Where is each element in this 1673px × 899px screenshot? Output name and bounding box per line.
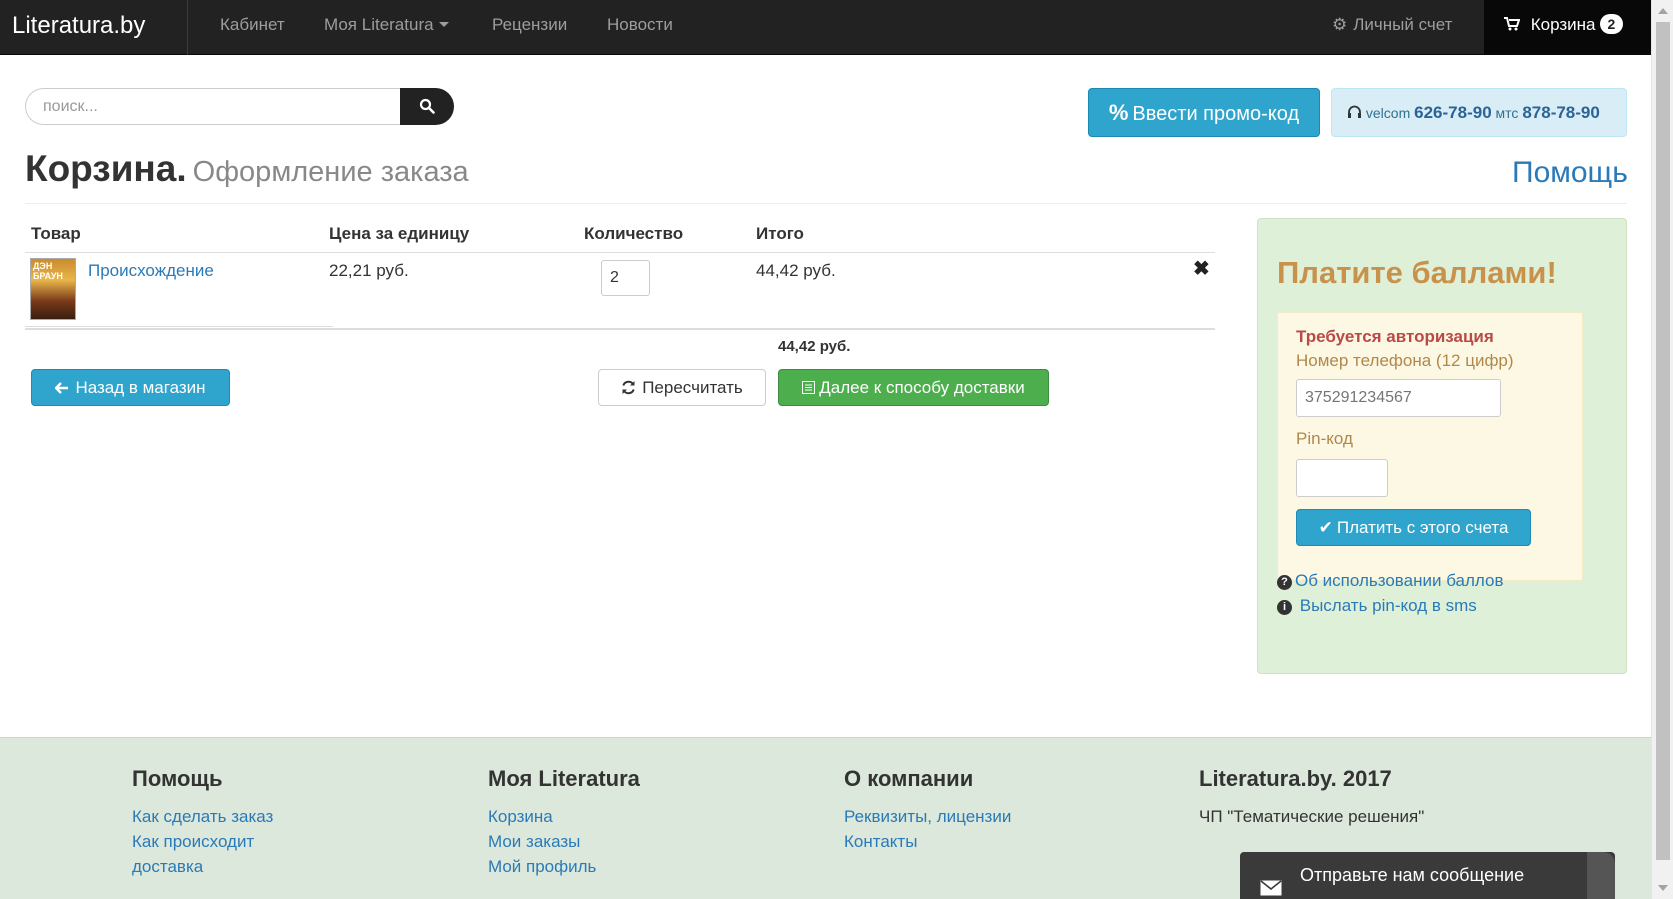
sun-icon: ⚙ xyxy=(1332,15,1348,34)
footer-link-delivery-2[interactable]: доставка xyxy=(132,854,273,879)
nav-item-cabinet[interactable]: Кабинет xyxy=(220,0,285,55)
nav-item-my-literatura-label: Моя Literatura xyxy=(324,15,434,34)
pay-from-account-label: Платить с этого счета xyxy=(1336,518,1509,537)
column-header-total: Итого xyxy=(756,224,804,243)
footer-copyright-title: Literatura.by. 2017 xyxy=(1199,766,1392,791)
title-divider xyxy=(25,203,1627,204)
promo-code-label: Ввести промо-код xyxy=(1132,103,1300,125)
product-total: 44,42 руб. xyxy=(756,261,836,280)
top-navbar: Literatura.by Кабинет Моя Literatura Рец… xyxy=(0,0,1651,55)
footer-link-cart[interactable]: Корзина xyxy=(488,804,640,829)
percent-icon: % xyxy=(1108,100,1129,125)
footer-company-name: ЧП "Тематические решения" xyxy=(1199,807,1425,826)
promo-code-button[interactable]: % Ввести промо-код xyxy=(1088,88,1320,137)
search-icon xyxy=(419,98,435,114)
list-icon xyxy=(802,370,816,405)
row-divider xyxy=(25,326,333,327)
nav-item-account[interactable]: ⚙ Личный счет xyxy=(1332,0,1452,55)
search-input[interactable] xyxy=(25,88,401,125)
refresh-icon xyxy=(621,370,636,405)
scroll-up-arrow-icon[interactable] xyxy=(1658,8,1668,14)
nav-item-reviews[interactable]: Рецензии xyxy=(492,0,567,55)
next-delivery-label: Далее к способу доставки xyxy=(819,378,1025,397)
phone-input[interactable] xyxy=(1296,379,1501,417)
recalculate-label: Пересчитать xyxy=(642,378,743,397)
caret-down-icon xyxy=(438,22,449,28)
scroll-down-arrow-icon[interactable] xyxy=(1658,885,1668,891)
nav-cart-label: Корзина xyxy=(1530,15,1596,34)
recalculate-button[interactable]: Пересчитать xyxy=(598,369,766,406)
question-icon: ? xyxy=(1277,575,1292,590)
pin-label: Pin-код xyxy=(1296,429,1353,448)
grand-total: 44,42 руб. xyxy=(778,338,851,355)
headphones-icon xyxy=(1347,105,1366,121)
product-unit-price: 22,21 руб. xyxy=(329,261,409,280)
back-to-shop-button[interactable]: Назад в магазин xyxy=(31,369,230,406)
chat-widget[interactable]: Отправьте нам сообщение xyxy=(1240,852,1615,899)
table-header-divider xyxy=(25,252,1215,253)
quantity-input[interactable] xyxy=(601,260,650,296)
column-header-quantity: Количество xyxy=(584,224,684,243)
product-link[interactable]: Происхождение xyxy=(88,261,214,281)
auth-box: Требуется авторизация Номер телефона (12… xyxy=(1277,312,1583,581)
cart-count-badge: 2 xyxy=(1599,14,1624,34)
footer-col-my-literatura: Моя Literatura Корзина Мои заказы Мой пр… xyxy=(488,766,640,879)
operator-velcom: velcom xyxy=(1365,105,1411,121)
nav-item-account-label: Личный счет xyxy=(1353,15,1453,34)
envelope-icon xyxy=(1260,867,1282,899)
about-points-link[interactable]: ? Об использовании баллов xyxy=(1277,571,1504,591)
remove-item-icon[interactable]: ✖ xyxy=(1193,259,1210,279)
next-delivery-button[interactable]: Далее к способу доставки xyxy=(778,369,1049,406)
footer-link-delivery-1[interactable]: Как происходит xyxy=(132,829,273,854)
phone-velcom: 626-78-90 xyxy=(1414,103,1492,122)
brand-logo[interactable]: Literatura.by xyxy=(0,0,188,55)
about-points-label: Об использовании баллов xyxy=(1295,571,1504,590)
page-scrollbar[interactable] xyxy=(1651,0,1673,899)
chat-widget-corner xyxy=(1587,852,1615,899)
pin-input[interactable] xyxy=(1296,459,1388,497)
nav-item-cart[interactable]: Корзина 2 xyxy=(1484,0,1651,55)
footer-help-title: Помощь xyxy=(132,766,223,791)
info-icon: i xyxy=(1277,600,1292,615)
nav-item-news[interactable]: Новости xyxy=(607,0,673,55)
footer-my-literatura-title: Моя Literatura xyxy=(488,766,640,791)
page-subtitle: Оформление заказа xyxy=(192,156,469,188)
contact-phones: velcom 626-78-90 мтс 878-78-90 xyxy=(1331,88,1627,137)
auth-required-text: Требуется авторизация xyxy=(1296,327,1494,346)
scroll-thumb[interactable] xyxy=(1656,22,1670,860)
chat-widget-label: Отправьте нам сообщение xyxy=(1300,865,1525,885)
footer-col-help: Помощь Как сделать заказ Как происходит … xyxy=(132,766,273,879)
book-cover-text: ДЭН БРАУН xyxy=(33,261,63,281)
search-button[interactable] xyxy=(400,88,454,125)
operator-mts: мтс xyxy=(1495,105,1519,121)
column-header-unit-price: Цена за единицу xyxy=(329,224,470,243)
points-title: Платите баллами! xyxy=(1277,255,1557,290)
column-header-product: Товар xyxy=(31,224,81,243)
phone-label: Номер телефона (12 цифр) xyxy=(1296,351,1514,370)
footer-col-copyright: Literatura.by. 2017 ЧП "Тематические реш… xyxy=(1199,766,1424,829)
footer-company-title: О компании xyxy=(844,766,974,791)
arrow-left-icon xyxy=(54,370,69,405)
footer-link-how-to-order[interactable]: Как сделать заказ xyxy=(132,804,273,829)
check-icon: ✔ xyxy=(1318,518,1333,537)
cart-icon xyxy=(1504,15,1525,34)
footer-col-company: О компании Реквизиты, лицензии Контакты xyxy=(844,766,1011,854)
back-to-shop-label: Назад в магазин xyxy=(75,378,206,397)
footer-link-contacts[interactable]: Контакты xyxy=(844,829,1011,854)
phone-mts: 878-78-90 xyxy=(1522,103,1600,122)
send-pin-sms-link[interactable]: i Выслать pin-код в sms xyxy=(1277,596,1477,616)
footer-link-my-profile[interactable]: Мой профиль xyxy=(488,854,640,879)
pay-from-account-button[interactable]: ✔ Платить с этого счета xyxy=(1296,509,1531,546)
page-title-main: Корзина. xyxy=(25,148,187,189)
footer-link-requisites[interactable]: Реквизиты, лицензии xyxy=(844,804,1011,829)
book-cover-image[interactable]: ДЭН БРАУН xyxy=(30,258,76,320)
nav-item-my-literatura[interactable]: Моя Literatura xyxy=(324,0,449,55)
help-link[interactable]: Помощь xyxy=(1512,156,1628,190)
send-pin-sms-label: Выслать pin-код в sms xyxy=(1299,596,1477,615)
pay-with-points-panel: Платите баллами! Требуется авторизация Н… xyxy=(1257,218,1627,674)
footer-link-my-orders[interactable]: Мои заказы xyxy=(488,829,640,854)
table-bottom-divider xyxy=(25,328,1215,330)
page-title: Корзина. Оформление заказа xyxy=(25,148,469,190)
